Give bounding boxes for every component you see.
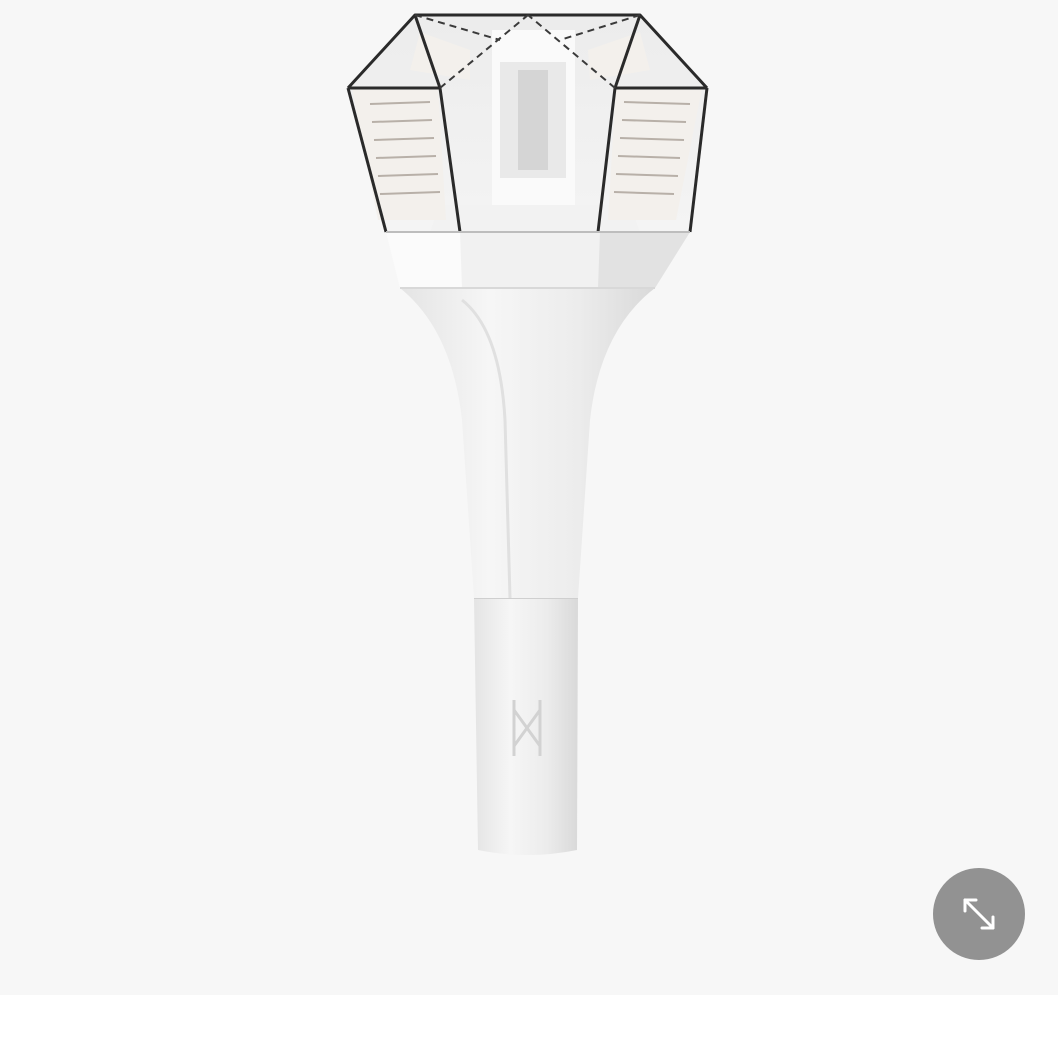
product-detail-page [0, 0, 1058, 1058]
expand-arrows-icon [963, 898, 995, 930]
lightstick-body [386, 232, 690, 855]
crystal-head [346, 13, 709, 233]
product-info [0, 995, 1058, 1058]
expand-image-button[interactable] [933, 868, 1025, 960]
product-image[interactable] [0, 0, 1058, 995]
lightstick-image [346, 13, 709, 855]
